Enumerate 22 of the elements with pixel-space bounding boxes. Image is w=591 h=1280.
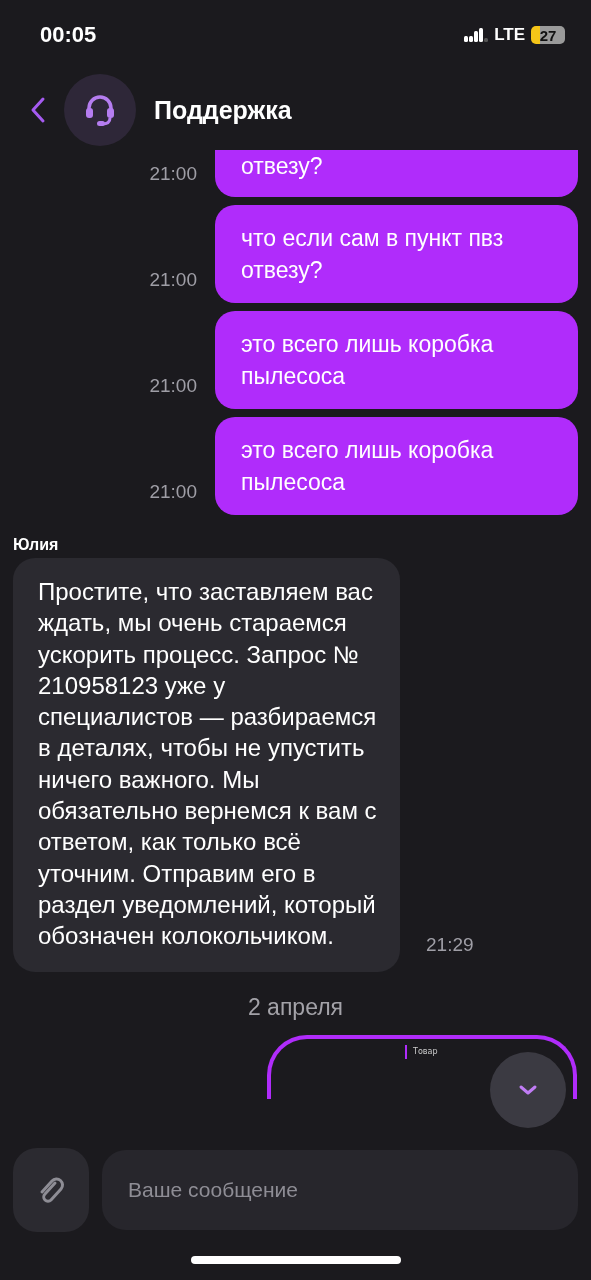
battery-indicator: 27 [531, 26, 565, 44]
outgoing-message: это всего лишь коробка пылесоса [215, 417, 578, 515]
message-time: 21:29 [426, 933, 474, 957]
status-time: 00:05 [40, 22, 97, 48]
outgoing-message: это всего лишь коробка пылесоса [215, 311, 578, 409]
message-time: 21:00 [149, 163, 197, 186]
outgoing-message: что если сам в пункт пвз отвезу? [215, 205, 578, 303]
sender-name: Юлия [13, 536, 59, 553]
chat-title: Поддержка [154, 95, 292, 125]
message-input[interactable]: Ваше сообщение [102, 1150, 578, 1230]
message-time: 21:00 [149, 481, 197, 504]
message-time: 21:00 [149, 269, 197, 292]
outgoing-message: отвезу? [215, 150, 578, 197]
message-time: 21:00 [149, 375, 197, 398]
date-separator: 2 апреля [247, 993, 344, 1021]
attach-button[interactable] [13, 1148, 89, 1232]
headset-icon [83, 93, 117, 127]
chevron-down-icon [518, 1084, 538, 1096]
incoming-message: Простите, что заставляем вас ждать, мы очень стараемся ускорить процесс. Запрос № 210958123 уже у специалистов — разбираемся в деталях, чтобы не упустить ничего важного. Мы обязательно вернемся к вам с ответом, как только всё уточним. Отправим его в раздел уведомлений, который обозначен колокольчиком. [13, 558, 400, 972]
signal-icon [464, 27, 489, 43]
back-icon[interactable] [30, 96, 46, 124]
network-label: LTE [494, 25, 525, 45]
